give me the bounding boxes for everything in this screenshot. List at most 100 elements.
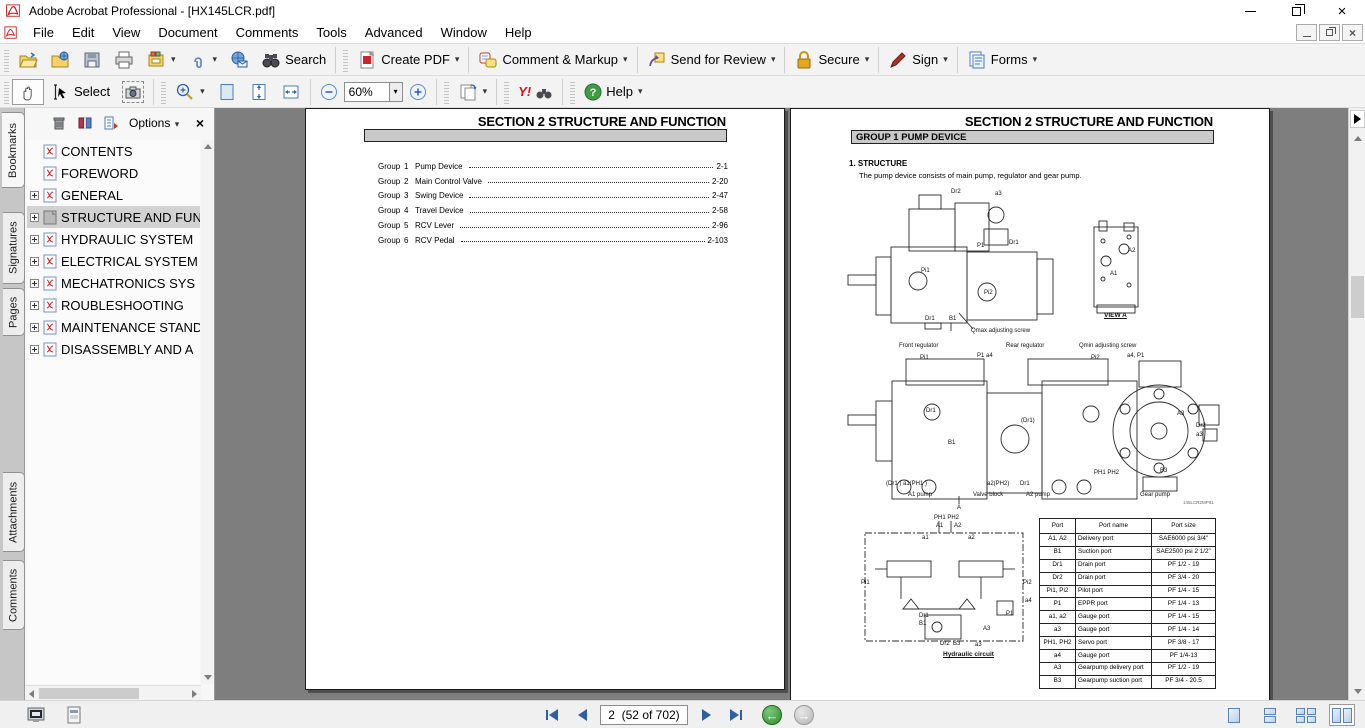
bookmark-mechatronics-system[interactable]: MECHATRONICS SYS (27, 272, 200, 294)
open-web-button[interactable] (44, 47, 76, 73)
minimize-button[interactable] (1227, 0, 1273, 22)
zoom-tool-button[interactable]: ▾ (169, 79, 211, 105)
forms-button[interactable]: Forms▾ (961, 47, 1043, 73)
last-page-button[interactable] (724, 704, 748, 726)
scroll-up-button[interactable] (1351, 132, 1364, 145)
doc-close-button[interactable]: × (1342, 24, 1363, 41)
menu-help[interactable]: Help (496, 23, 541, 42)
fit-page-button[interactable] (211, 79, 243, 105)
next-page-button[interactable] (694, 704, 718, 726)
previous-view-button[interactable]: ← (762, 705, 782, 725)
bookmark-disassembly[interactable]: DISASSEMBLY AND A (27, 338, 200, 360)
tab-signatures[interactable]: Signatures (3, 212, 25, 284)
zoom-in-button[interactable] (403, 79, 433, 105)
bookmark-structure-and-function[interactable]: STRUCTURE AND FUN (27, 206, 200, 228)
doc-minimize-button[interactable] (1296, 24, 1317, 41)
send-for-review-button[interactable]: Send for Review▾ (641, 47, 782, 73)
snapshot-tool-button[interactable] (116, 79, 150, 105)
expand-icon[interactable] (30, 257, 39, 266)
expand-icon[interactable] (30, 345, 39, 354)
fit-width-button[interactable] (275, 79, 307, 105)
bookmark-electrical-system[interactable]: ELECTRICAL SYSTEM (27, 250, 200, 272)
expand-icon[interactable] (30, 235, 39, 244)
menu-tools[interactable]: Tools (307, 23, 355, 42)
menu-file[interactable]: File (24, 23, 63, 42)
select-tool-button[interactable]: Select (44, 79, 116, 105)
tab-comments[interactable]: Comments (3, 560, 25, 630)
page-display-button[interactable]: ▾ (452, 79, 494, 105)
previous-page-button[interactable] (570, 704, 594, 726)
expand-icon[interactable] (30, 191, 39, 200)
continuous-button[interactable] (1257, 704, 1283, 726)
expand-icon[interactable] (30, 323, 39, 332)
first-page-button[interactable] (540, 704, 564, 726)
create-pdf-button[interactable]: Create PDF▾ (351, 47, 465, 73)
toolbar-grip[interactable] (4, 48, 9, 72)
toolbar-grip[interactable] (444, 80, 449, 104)
menu-edit[interactable]: Edit (63, 23, 103, 42)
print-button[interactable] (108, 47, 140, 73)
delete-bookmark-icon[interactable] (51, 115, 67, 131)
save-button[interactable] (76, 47, 108, 73)
bookmark-maintenance-standard[interactable]: MAINTENANCE STAND (27, 316, 200, 338)
toolbar-grip[interactable] (504, 80, 509, 104)
expand-current-bookmark-icon[interactable] (77, 115, 93, 131)
scroll-right-button[interactable] (188, 687, 201, 700)
bookmark-foreword[interactable]: FOREWORD (27, 162, 200, 184)
zoom-out-button[interactable] (314, 79, 344, 105)
scroll-down-button[interactable] (201, 671, 214, 684)
expand-icon[interactable] (30, 279, 39, 288)
bookmarks-vertical-scrollbar[interactable] (201, 140, 214, 684)
menu-document[interactable]: Document (149, 23, 226, 42)
page-properties-icon[interactable] (64, 705, 84, 725)
continuous-facing-button[interactable] (1293, 704, 1319, 726)
scrollbar-thumb[interactable] (39, 688, 139, 699)
search-button[interactable]: Search (255, 47, 332, 73)
expand-icon[interactable] (30, 301, 39, 310)
doc-restore-button[interactable] (1319, 24, 1340, 41)
open-button[interactable] (12, 47, 44, 73)
menu-comments[interactable]: Comments (227, 23, 308, 42)
tab-bookmarks[interactable]: Bookmarks (2, 112, 25, 188)
hand-tool-button[interactable] (12, 79, 44, 105)
toolbar-grip[interactable] (570, 80, 575, 104)
toolbar-grip[interactable] (343, 48, 348, 72)
options-menu-button[interactable]: Options ▾ (129, 116, 179, 130)
tab-pages[interactable]: Pages (3, 288, 25, 336)
close-panel-button[interactable]: × (196, 115, 204, 131)
toolbar-grip[interactable] (161, 80, 166, 104)
scroll-down-button[interactable] (1351, 685, 1364, 698)
attach-button[interactable]: ▾ (182, 47, 224, 73)
organizer-button[interactable]: ▾ (140, 47, 182, 73)
scroll-left-button[interactable] (25, 687, 38, 700)
facing-button[interactable] (1329, 704, 1355, 726)
new-bookmark-icon[interactable] (103, 115, 119, 131)
restore-button[interactable] (1273, 0, 1319, 22)
menu-view[interactable]: View (103, 23, 149, 42)
scroll-up-button[interactable] (201, 140, 214, 153)
zoom-level-field[interactable] (344, 82, 390, 102)
tab-attachments[interactable]: Attachments (3, 472, 25, 552)
bookmarks-horizontal-scrollbar[interactable] (25, 685, 201, 700)
document-vertical-scrollbar[interactable] (1348, 108, 1365, 700)
menu-advanced[interactable]: Advanced (356, 23, 432, 42)
toolbar-grip[interactable] (4, 80, 9, 104)
fit-height-button[interactable] (243, 79, 275, 105)
bookmark-contents[interactable]: CONTENTS (27, 140, 200, 162)
email-button[interactable] (223, 47, 255, 73)
help-button[interactable]: ?Help▾ (578, 79, 648, 105)
sign-button[interactable]: Sign▾ (882, 47, 954, 73)
bookmark-hydraulic-system[interactable]: HYDRAULIC SYSTEM (27, 228, 200, 250)
expand-icon[interactable] (30, 213, 39, 222)
bookmark-troubleshooting[interactable]: ROUBLESHOOTING (27, 294, 200, 316)
comment-markup-button[interactable]: Comment & Markup▾ (472, 47, 633, 73)
fullscreen-monitor-icon[interactable] (26, 705, 46, 725)
bookmark-general[interactable]: GENERAL (27, 184, 200, 206)
yahoo-search-button[interactable]: Y! (512, 79, 559, 105)
hide-panel-button[interactable] (1350, 110, 1365, 128)
zoom-dropdown-button[interactable]: ▾ (390, 82, 403, 102)
secure-button[interactable]: Secure▾ (788, 47, 875, 73)
scrollbar-thumb[interactable] (1351, 276, 1364, 318)
next-view-button[interactable]: → (794, 705, 814, 725)
page-number-field[interactable] (600, 705, 688, 725)
